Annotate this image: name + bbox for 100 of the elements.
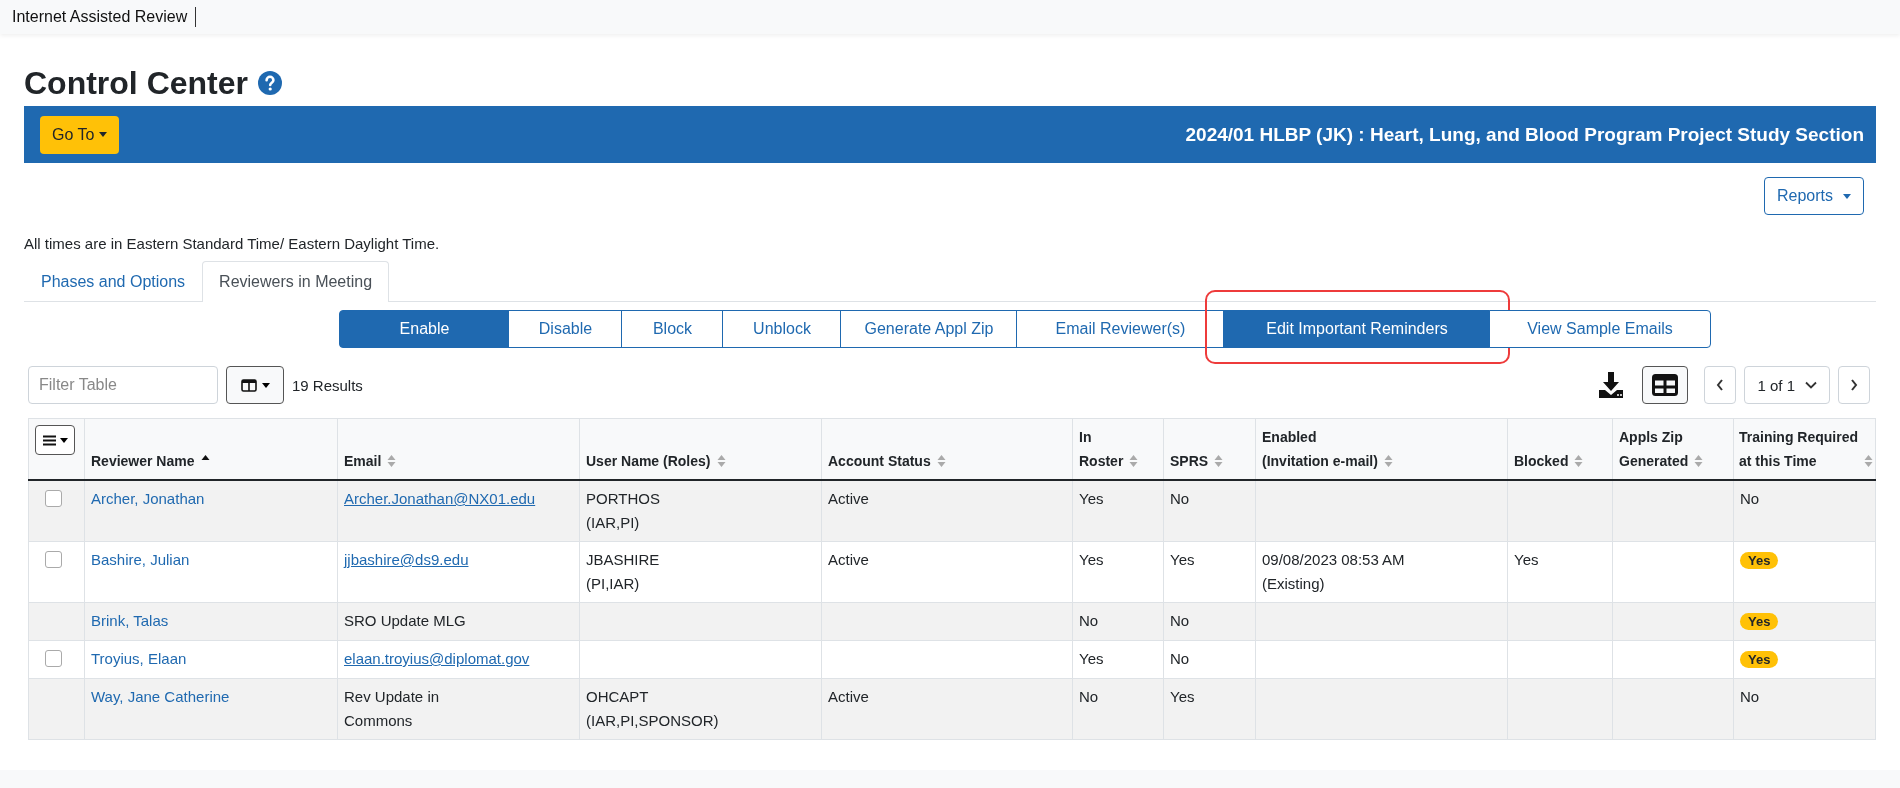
- filter-field[interactable]: Filter Table: [28, 366, 218, 404]
- action-button[interactable]: Unblock: [722, 310, 842, 348]
- meeting-title: 2024/01 HLBP (JK) : Heart, Lung, and Blood Program Project Study Section: [1185, 123, 1864, 146]
- sort-icon[interactable]: [1214, 454, 1224, 468]
- column-header[interactable]: Account Status: [821, 418, 1073, 480]
- go-to-button[interactable]: Go To: [40, 115, 120, 154]
- row-menu-button[interactable]: [35, 425, 75, 455]
- action-button[interactable]: Enable: [339, 310, 510, 348]
- action-button[interactable]: Edit Important Reminders: [1223, 310, 1491, 348]
- tab[interactable]: Reviewers in Meeting: [202, 261, 390, 302]
- table-cell: Active: [821, 480, 1073, 542]
- table-cell: No: [1072, 678, 1164, 740]
- row-checkbox[interactable]: [45, 551, 62, 568]
- timezone-note: All times are in Eastern Standard Time/ Eastern Daylight Time.: [24, 235, 441, 252]
- help-icon[interactable]: [258, 71, 282, 95]
- table-cell-text: SRO Update MLG: [344, 611, 466, 631]
- status-badge: Yes: [1740, 552, 1779, 569]
- column-label: Appls Zip Generated: [1619, 428, 1689, 471]
- column-label: In Roster: [1079, 428, 1124, 471]
- sort-icon[interactable]: [936, 454, 946, 468]
- column-header[interactable]: Email: [337, 418, 580, 480]
- column-label: Account Status: [828, 452, 931, 471]
- column-label: Email: [344, 452, 382, 471]
- grid-view-button[interactable]: [1642, 366, 1689, 404]
- table-cell: Yes: [1163, 541, 1256, 603]
- table-cell-text: (IAR,PI,SPONSOR): [586, 711, 720, 731]
- action-button[interactable]: View Sample Emails: [1489, 310, 1711, 348]
- table-cell: Yes: [1072, 480, 1164, 542]
- reports-button[interactable]: Reports: [1763, 177, 1864, 215]
- column-header[interactable]: Reviewer Name: [84, 418, 338, 480]
- reviewer-name-link[interactable]: Archer, Jonathan: [91, 490, 205, 507]
- table-cell: No: [1163, 602, 1256, 641]
- table-cell: Yes: [1072, 640, 1164, 679]
- action-button[interactable]: Email Reviewer(s): [1016, 310, 1225, 348]
- table-cell-text: (Existing): [1262, 574, 1326, 594]
- columns-icon: [240, 378, 257, 392]
- previous-page-button[interactable]: [1704, 366, 1737, 404]
- sort-icon[interactable]: [1129, 454, 1139, 468]
- table-cell-text: (IAR,PI): [586, 513, 641, 533]
- column-header[interactable]: User Name (Roles): [579, 418, 822, 480]
- table-cell-text: OHCAPT: [586, 687, 650, 707]
- caret-icon: [59, 437, 68, 443]
- table-cell: No: [1072, 602, 1164, 641]
- table-cell: Yes: [1072, 541, 1164, 603]
- column-label: Enabled (Invitation e-mail): [1262, 428, 1378, 471]
- sort-icon[interactable]: [716, 454, 726, 468]
- column-header[interactable]: Training Required at this Time: [1733, 418, 1876, 480]
- table-cell: Active: [821, 678, 1073, 740]
- sort-icon[interactable]: [387, 454, 397, 468]
- sort-icon[interactable]: [1383, 454, 1393, 468]
- reviewer-name-link[interactable]: Troyius, Elaan: [91, 650, 187, 667]
- app-title: Internet Assisted Review: [12, 7, 197, 27]
- column-label: Reviewer Name: [91, 452, 195, 471]
- table-cell: Active: [821, 541, 1073, 603]
- column-label: Training Required at this Time: [1739, 428, 1858, 471]
- menu-icon: [42, 434, 56, 446]
- sort-icon[interactable]: [1864, 454, 1873, 468]
- table-cell-text: Rev Update in Commons: [344, 687, 441, 731]
- action-button[interactable]: Block: [621, 310, 724, 348]
- email-link[interactable]: jjbashire@ds9.edu: [344, 551, 469, 568]
- column-header[interactable]: Appls Zip Generated: [1612, 418, 1734, 480]
- action-button[interactable]: Generate Appl Zip: [840, 310, 1018, 348]
- table-cell-text: (PI,IAR): [586, 574, 641, 594]
- next-page-button[interactable]: [1838, 366, 1870, 404]
- table-cell-text: PORTHOS: [586, 489, 661, 509]
- table-cell-text: JBASHIRE: [586, 550, 661, 570]
- table-cell: No: [1733, 678, 1876, 740]
- reviewer-name-link[interactable]: Bashire, Julian: [91, 551, 190, 568]
- action-button[interactable]: Disable: [508, 310, 623, 348]
- chevron-down-icon: [1805, 381, 1817, 389]
- tab[interactable]: Phases and Options: [24, 261, 203, 302]
- reviewer-name-link[interactable]: Way, Jane Catherine: [91, 688, 230, 705]
- row-checkbox[interactable]: [45, 490, 62, 507]
- table-cell-text: 09/08/2023 08:53 AM: [1262, 550, 1406, 570]
- result-count: 19 Results: [292, 376, 363, 394]
- column-header[interactable]: Enabled (Invitation e-mail): [1255, 418, 1508, 480]
- status-badge: Yes: [1740, 613, 1779, 630]
- table-cell: Yes: [1507, 541, 1613, 603]
- table-cell: No: [1733, 480, 1876, 542]
- chevron-left-icon: [1716, 379, 1725, 391]
- sort-icon[interactable]: [1694, 454, 1704, 468]
- caret-icon: [261, 382, 270, 388]
- table-cell: No: [1163, 640, 1256, 679]
- table-grid-icon: [1652, 374, 1679, 396]
- reviewer-name-link[interactable]: Brink, Talas: [91, 612, 169, 629]
- columns-button[interactable]: [226, 366, 284, 404]
- column-label: Blocked: [1514, 452, 1569, 471]
- table-cell: No: [1163, 480, 1256, 542]
- caret-icon: [1843, 193, 1851, 199]
- page-title: Control Center: [24, 64, 248, 102]
- chevron-right-icon: [1850, 379, 1858, 391]
- table-cell: Yes: [1163, 678, 1256, 740]
- column-header[interactable]: Blocked: [1507, 418, 1613, 480]
- caret-icon: [99, 132, 108, 137]
- sort-icon[interactable]: [1574, 454, 1584, 468]
- column-header[interactable]: In Roster: [1072, 418, 1164, 480]
- page-select[interactable]: 1 of 1: [1744, 366, 1830, 404]
- column-header[interactable]: SPRS: [1163, 418, 1256, 480]
- column-label: SPRS: [1170, 452, 1209, 471]
- row-checkbox[interactable]: [45, 650, 62, 667]
